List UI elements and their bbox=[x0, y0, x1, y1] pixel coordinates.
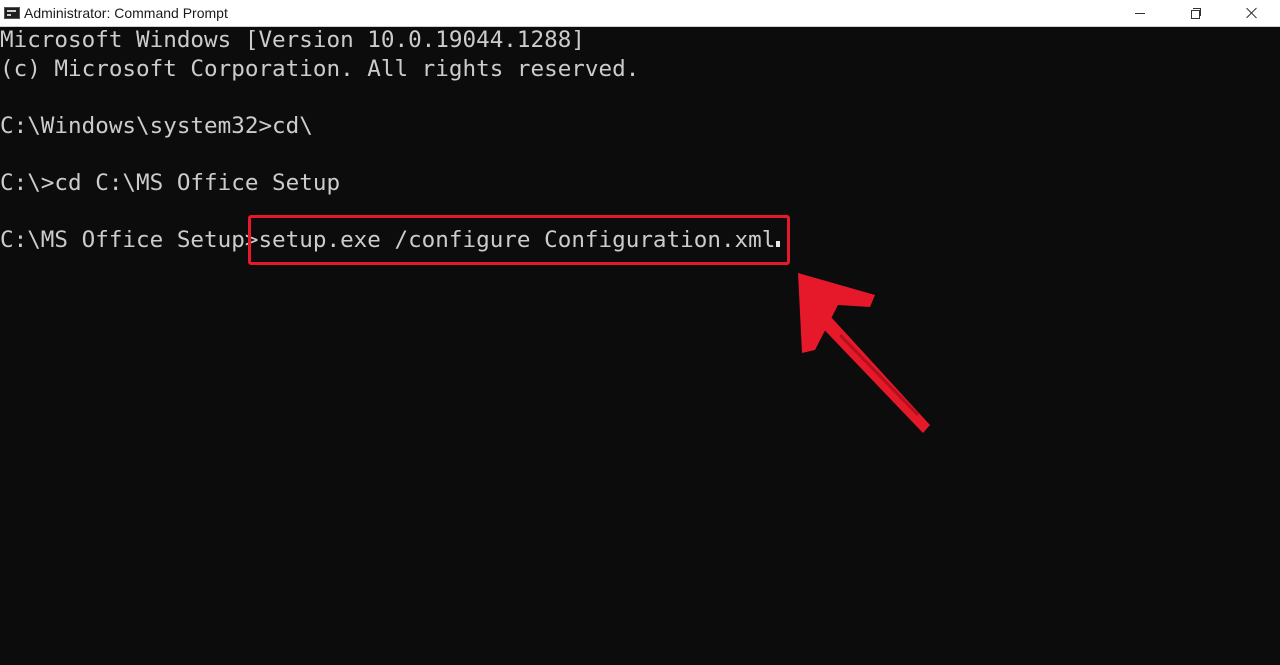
close-icon bbox=[1246, 7, 1258, 19]
console-line-cd-setup: C:\>cd C:\MS Office Setup bbox=[0, 169, 341, 196]
command-highlight-box bbox=[248, 215, 790, 265]
command-prompt-icon bbox=[4, 7, 20, 19]
console-line-version: Microsoft Windows [Version 10.0.19044.12… bbox=[0, 27, 585, 53]
arrow-brush-stroke bbox=[838, 333, 920, 417]
title-bar: Administrator: Command Prompt bbox=[0, 0, 1280, 27]
restore-icon bbox=[1191, 8, 1201, 19]
close-button[interactable] bbox=[1224, 0, 1280, 26]
console-output[interactable]: Microsoft Windows [Version 10.0.19044.12… bbox=[0, 26, 1280, 665]
minimize-icon bbox=[1135, 12, 1145, 14]
window-title: Administrator: Command Prompt bbox=[24, 5, 228, 21]
console-line-copyright: (c) Microsoft Corporation. All rights re… bbox=[0, 55, 640, 82]
restore-button[interactable] bbox=[1168, 0, 1224, 26]
arrow-shaft bbox=[812, 305, 930, 433]
window-controls bbox=[1112, 0, 1280, 26]
console-prompt: C:\MS Office Setup> bbox=[0, 226, 259, 253]
red-arrow-annotation bbox=[798, 273, 930, 433]
console-line-cd-root: C:\Windows\system32>cd\ bbox=[0, 112, 313, 139]
minimize-button[interactable] bbox=[1112, 0, 1168, 26]
